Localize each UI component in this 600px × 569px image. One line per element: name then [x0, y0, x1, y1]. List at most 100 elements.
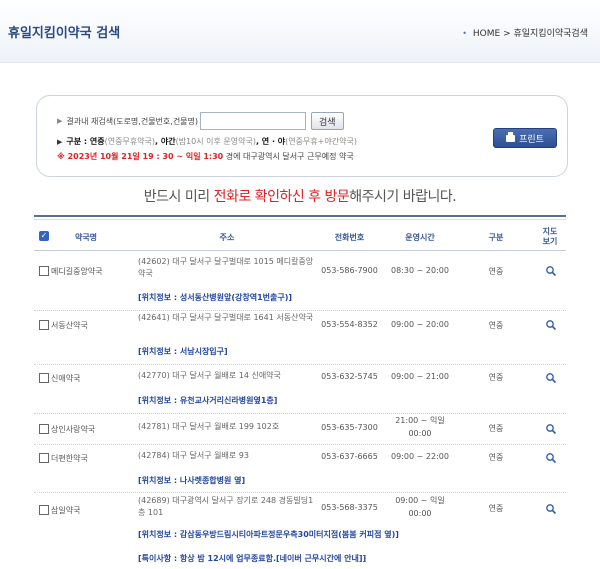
pharmacy-phone: 053-632-5745 — [321, 372, 378, 381]
location-info: [위치정보 : 서남시장입구] — [138, 347, 228, 356]
pharmacy-address: (42770) 대구 달서구 월배로 14 신애약국 — [138, 371, 281, 380]
legend-row: ▶ 구분 : 연중(연중무휴약국), 야간(밤10시 이후 운영약국), 연 · … — [57, 136, 357, 147]
select-all-checkbox[interactable]: ✓ — [39, 231, 49, 241]
pharmacy-hours: 09:00 ~ 21:00 — [391, 372, 449, 381]
legend-c-note: (연중무휴+야간약국) — [285, 137, 357, 146]
search-panel: ▶ 결과내 재검색(도로명,건물번호,건물명) 검색 ▶ 구분 : 연중(연중무휴… — [36, 95, 568, 177]
magnifier-icon[interactable] — [545, 319, 557, 331]
row-checkbox[interactable] — [39, 320, 49, 330]
pharmacy-name: 상인사랑약국 — [51, 425, 96, 434]
pharmacy-name: 신애약국 — [51, 374, 81, 383]
pharmacy-phone: 053-554-8352 — [321, 320, 378, 329]
location-info: [위치정보 : 성서동산병원앞(강창역1번출구)] — [138, 293, 293, 302]
pharmacy-address: (42781) 대구 달서구 월배로 199 102호 — [138, 422, 280, 431]
pharmacy-hours: 21:00 ~ 익일 00:00 — [384, 414, 456, 440]
row-checkbox[interactable] — [39, 424, 49, 434]
special-info: [특이사항 : 항상 밤 12시에 업무종료함.[네이버 근무시간에 안내]] — [138, 554, 367, 563]
pharmacy-type: 연중 — [488, 453, 504, 462]
triangle-icon: ▶ — [57, 117, 63, 125]
print-label: 프린트 — [519, 134, 544, 145]
legend-label: 구분 : — [66, 137, 90, 146]
magnifier-icon[interactable] — [545, 452, 557, 464]
location-info: [위치정보 : 유천교사거리신라병원옆1층] — [138, 396, 278, 405]
pharmacy-phone: 053-637-6665 — [321, 452, 378, 461]
pharmacy-phone: 053-568-3375 — [321, 503, 378, 512]
search-label: 결과내 재검색(도로명,건물번호,건물명) — [66, 116, 199, 126]
divider — [34, 219, 566, 220]
notice-highlight: 전화로 확인하신 후 방문 — [213, 189, 350, 205]
pharmacy-address: (42602) 대구 달서구 달구벌대로 1015 메디칼중앙약국 — [138, 257, 314, 278]
header-hours: 운영시간 — [405, 233, 435, 242]
search-input[interactable] — [200, 112, 307, 130]
location-info: [위치정보 : 감삼동우방드림시티아파트정문우측30미터지점(봄봄 커피점 옆)… — [138, 530, 399, 539]
hours-line2: 00:00 — [408, 509, 432, 518]
divider — [34, 215, 566, 217]
table-row: 서동산약국 (42641) 대구 달서구 달구벌대로 1641 서동산약국 05… — [34, 310, 566, 365]
hours-line2: 00:00 — [408, 429, 432, 438]
notice-pre: 반드시 미리 — [143, 189, 214, 205]
pharmacy-name: 더편한약국 — [51, 454, 88, 463]
legend-b: , 야간 — [155, 137, 176, 146]
pharmacy-address: (42689) 대구광역시 달서구 장기로 248 경동빌딩1층 101 — [138, 496, 314, 517]
legend-c: , 연 · 야 — [255, 137, 286, 146]
search-row: ▶ 결과내 재검색(도로명,건물번호,건물명) 검색 — [57, 112, 344, 130]
page-title: 휴일지킴이약국 검색 — [8, 26, 121, 41]
row-checkbox[interactable] — [39, 266, 49, 276]
legend-b-note: (밤10시 이후 운영약국) — [175, 137, 256, 146]
printer-icon — [506, 131, 516, 142]
pharmacy-type: 연중 — [488, 373, 504, 382]
pharmacy-type: 연중 — [488, 424, 504, 433]
notice-post: 해주시기 바랍니다. — [349, 189, 457, 205]
header-map-line2: 보기 — [542, 237, 558, 246]
table-header: ✓ 약국명 주소 전화번호 운영시간 구분 지도 보기 — [34, 226, 566, 251]
location-info: [위치정보 : 나사렛종합병원 옆] — [138, 476, 246, 485]
magnifier-icon[interactable] — [545, 265, 557, 277]
pharmacy-address: (42784) 대구 달서구 월배로 93 — [138, 451, 249, 460]
pharmacy-hours: 09:00 ~ 22:00 — [391, 452, 449, 461]
header-type: 구분 — [488, 233, 504, 242]
header-phone: 전화번호 — [334, 233, 365, 242]
legend-a-note: (연중무휴약국) — [104, 137, 156, 146]
search-button[interactable]: 검색 — [311, 112, 344, 130]
pharmacy-type: 연중 — [488, 267, 504, 276]
pharmacy-type: 연중 — [488, 321, 504, 330]
header-name: 약국명 — [74, 233, 98, 242]
page-header: 휴일지킴이약국 검색 • HOME > 휴일지킴이약국검색 — [0, 0, 600, 63]
row-checkbox[interactable] — [39, 453, 49, 463]
pharmacy-type: 연중 — [488, 504, 504, 513]
pharmacy-name: 메디길중앙약국 — [51, 267, 103, 276]
breadcrumb-text[interactable]: HOME > 휴일지킴이약국검색 — [473, 29, 588, 39]
legend-a: 연중 — [89, 137, 105, 146]
magnifier-icon[interactable] — [545, 372, 557, 384]
header-map: 지도 보기 — [534, 227, 566, 247]
header-map-line1: 지도 — [542, 227, 558, 236]
bullet-icon: • — [462, 29, 467, 38]
table-row: 신애약국 (42770) 대구 달서구 월배로 14 신애약국 053-632-… — [34, 364, 566, 414]
hours-line1: 21:00 ~ 익일 — [395, 416, 445, 425]
hours-line1: 09:00 ~ 익일 — [395, 496, 445, 505]
row-checkbox[interactable] — [39, 373, 49, 383]
magnifier-icon[interactable] — [545, 503, 557, 515]
date-text: ※ 2023년 10월 21일 19 : 30 ~ 익일 1:30 — [57, 152, 224, 161]
pharmacy-hours: 09:00 ~ 20:00 — [391, 320, 449, 329]
pharmacy-name: 삼일약국 — [51, 506, 81, 515]
table-row: 삼일약국 (42689) 대구광역시 달서구 장기로 248 경동빌딩1층 10… — [34, 492, 566, 569]
magnifier-icon[interactable] — [545, 423, 557, 435]
pharmacy-phone: 053-635-7300 — [321, 423, 378, 432]
table-row: 메디길중앙약국 (42602) 대구 달서구 달구벌대로 1015 메디칼중앙약… — [34, 250, 566, 311]
triangle-icon: ▶ — [57, 138, 63, 146]
print-button[interactable]: 프린트 — [493, 128, 557, 148]
pharmacy-phone: 053-586-7900 — [321, 266, 378, 275]
pharmacy-hours: 09:00 ~ 익일 00:00 — [384, 494, 456, 520]
pharmacy-name: 서동산약국 — [51, 321, 88, 330]
notice-text: 반드시 미리 전화로 확인하신 후 방문해주시기 바랍니다. — [0, 186, 600, 206]
pharmacy-address: (42641) 대구 달서구 달구벌대로 1641 서동산약국 — [138, 313, 314, 322]
breadcrumb: • HOME > 휴일지킴이약국검색 — [462, 26, 588, 39]
pharmacy-hours: 08:30 ~ 20:00 — [391, 266, 449, 275]
table-row: 더편한약국 (42784) 대구 달서구 월배로 93 053-637-6665… — [34, 444, 566, 493]
date-rest: 경에 대구광역시 달서구 근무예정 약국 — [223, 152, 354, 161]
header-address: 주소 — [219, 233, 235, 242]
date-row: ※ 2023년 10월 21일 19 : 30 ~ 익일 1:30 경에 대구광… — [57, 151, 354, 162]
table-row: 상인사랑약국 (42781) 대구 달서구 월배로 199 102호 053-6… — [34, 413, 566, 445]
row-checkbox[interactable] — [39, 505, 49, 515]
